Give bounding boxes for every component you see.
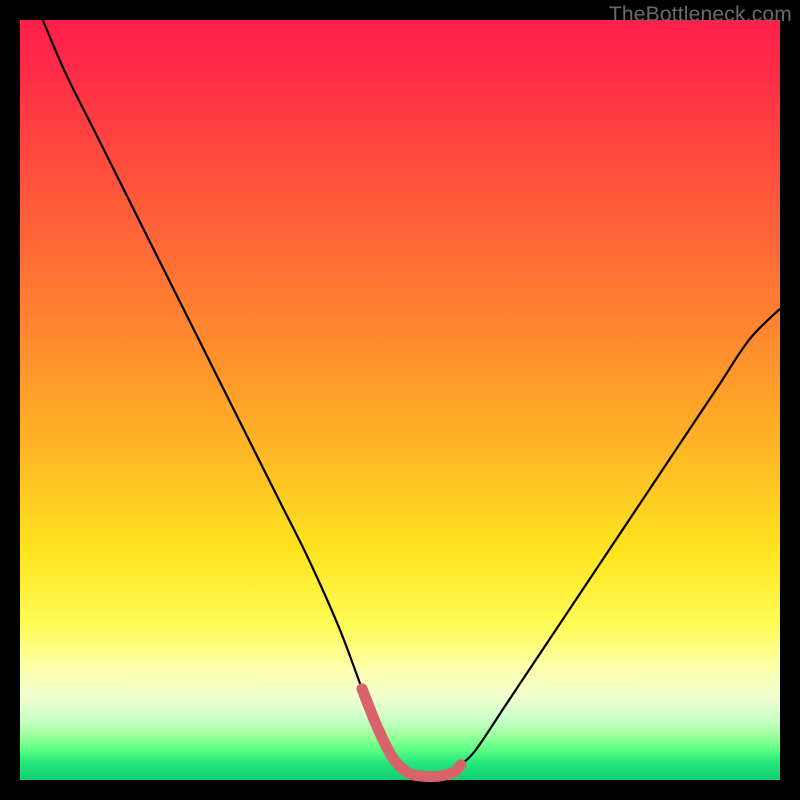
watermark-text: TheBottleneck.com [609, 3, 792, 27]
plot-area [20, 20, 780, 780]
accent-bottom-path [362, 689, 461, 777]
chart-frame: TheBottleneck.com [0, 0, 800, 800]
curve-layer [20, 20, 780, 780]
main-curve-path [43, 20, 780, 777]
